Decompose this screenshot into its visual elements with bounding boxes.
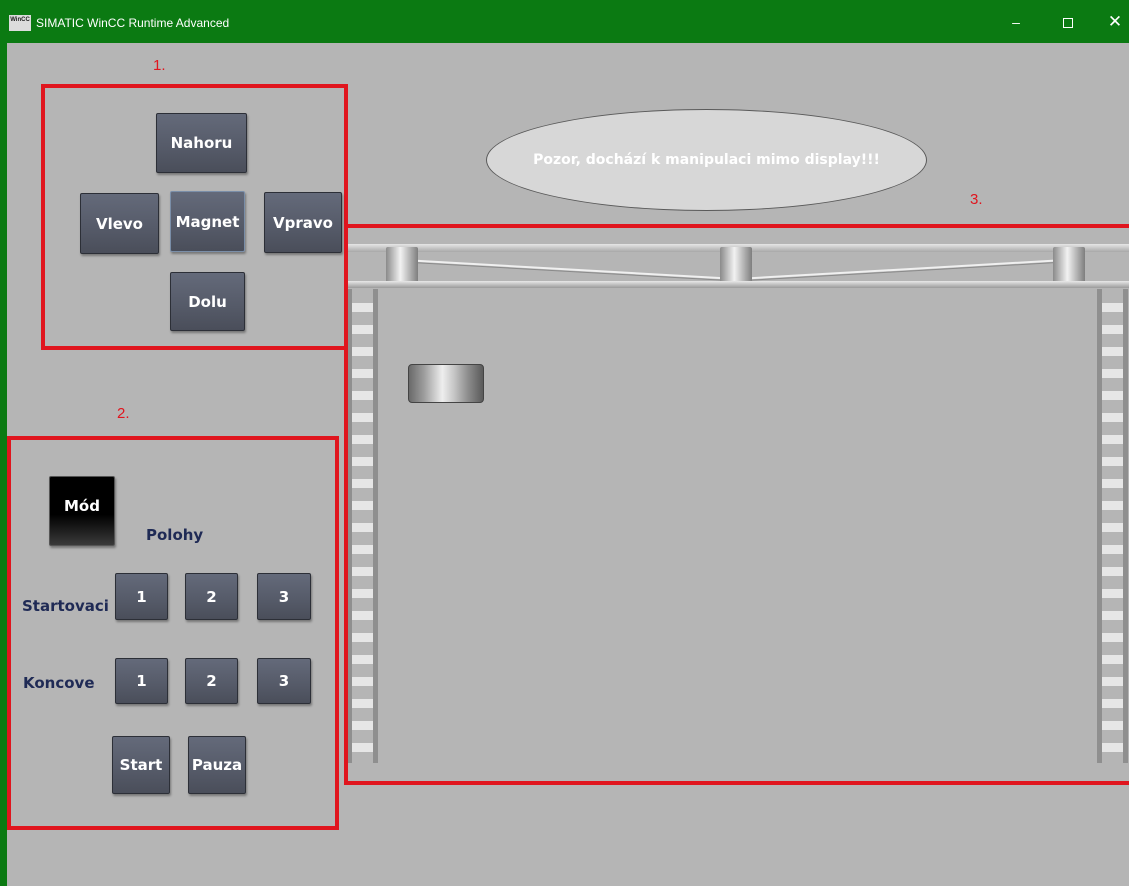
end-position-1-button[interactable]: 1 <box>115 658 168 704</box>
magnet-button[interactable]: Magnet <box>170 191 245 252</box>
annotation-1: 1. <box>153 57 166 74</box>
start-position-3-button[interactable]: 3 <box>257 573 311 620</box>
down-button[interactable]: Dolu <box>170 272 245 331</box>
window-title: SIMATIC WinCC Runtime Advanced <box>36 16 230 30</box>
annotation-3: 3. <box>970 191 983 208</box>
maximize-button[interactable] <box>1048 9 1088 35</box>
minimize-icon: – <box>1012 14 1020 30</box>
app-icon-text: WinCC <box>10 17 30 23</box>
start-position-1-button[interactable]: 1 <box>115 573 168 620</box>
title-bar: WinCC SIMATIC WinCC Runtime Advanced – ✕ <box>0 0 1129 43</box>
pause-button[interactable]: Pauza <box>188 736 246 794</box>
start-position-2-button[interactable]: 2 <box>185 573 238 620</box>
wincc-app-icon: WinCC <box>9 15 31 31</box>
end-position-2-button[interactable]: 2 <box>185 658 238 704</box>
right-button[interactable]: Vpravo <box>264 192 342 253</box>
warning-text: Pozor, dochází k manipulaci mimo display… <box>533 152 880 168</box>
close-button[interactable]: ✕ <box>1095 9 1129 35</box>
warning-ellipse: Pozor, dochází k manipulaci mimo display… <box>486 109 927 211</box>
annotation-2: 2. <box>117 405 130 422</box>
start-button[interactable]: Start <box>112 736 170 794</box>
end-positions-label: Koncove <box>23 674 95 692</box>
start-positions-label: Startovaci <box>22 597 109 615</box>
minimize-button[interactable]: – <box>996 9 1036 35</box>
up-button[interactable]: Nahoru <box>156 113 247 173</box>
mode-button[interactable]: Mód <box>49 476 115 546</box>
end-position-3-button[interactable]: 3 <box>257 658 311 704</box>
positions-label: Polohy <box>146 526 204 544</box>
close-icon: ✕ <box>1107 12 1123 31</box>
left-button[interactable]: Vlevo <box>80 193 159 254</box>
frame-crane-visualization <box>344 224 1129 785</box>
maximize-icon <box>1063 18 1073 29</box>
